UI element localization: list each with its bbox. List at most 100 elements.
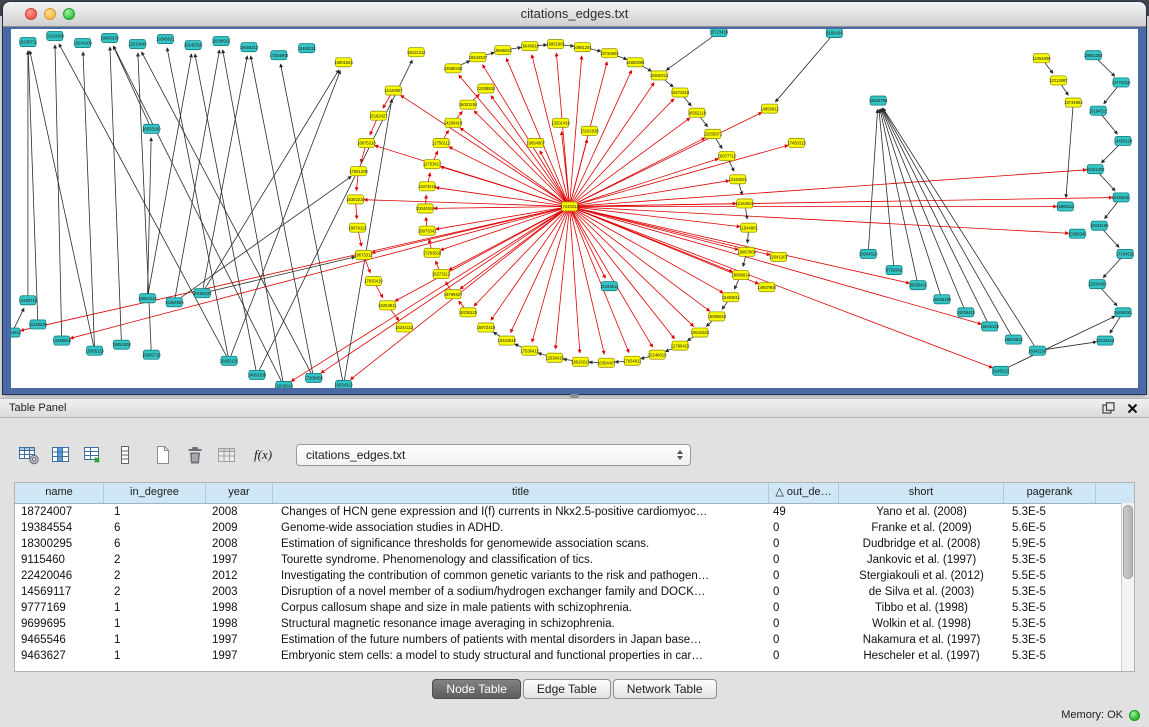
- network-node[interactable]: 12010453: [1088, 280, 1107, 289]
- table-row[interactable]: 911546021997Tourette syndrome. Phenomeno…: [15, 552, 1134, 568]
- network-node[interactable]: 18973341: [418, 226, 437, 235]
- network-node[interactable]: 18634512: [1004, 335, 1023, 344]
- network-node[interactable]: 18610213: [571, 357, 590, 366]
- column-header-in_degree[interactable]: in_degree: [104, 483, 206, 503]
- close-button[interactable]: [25, 8, 37, 20]
- network-node[interactable]: 11245530: [29, 320, 48, 329]
- zoom-button[interactable]: [63, 8, 75, 20]
- network-node[interactable]: 18236110: [459, 308, 478, 317]
- network-node[interactable]: 15184512: [600, 282, 619, 291]
- network-node[interactable]: 15958345: [1068, 229, 1087, 238]
- network-node[interactable]: 22041207: [769, 252, 788, 261]
- network-node[interactable]: 19205413: [957, 308, 976, 317]
- network-node[interactable]: 16209731: [19, 38, 38, 47]
- network-node[interactable]: 19342160: [1090, 221, 1109, 230]
- function-builder-icon[interactable]: f(x): [252, 442, 278, 468]
- network-node[interactable]: 18054213: [138, 294, 157, 303]
- column-header-name[interactable]: name: [15, 483, 104, 503]
- network-node[interactable]: 16953102: [220, 356, 239, 365]
- network-node[interactable]: 16045128: [980, 322, 999, 331]
- float-window-icon[interactable]: [1100, 401, 1116, 415]
- network-node[interactable]: 16640910: [520, 42, 539, 51]
- network-node[interactable]: 16854907: [526, 138, 545, 147]
- scrollbar-thumb[interactable]: [1123, 505, 1133, 579]
- network-node[interactable]: 16253811: [378, 301, 397, 310]
- network-node[interactable]: 15182427: [369, 111, 388, 120]
- network-node[interactable]: 16354809: [165, 298, 184, 307]
- network-node[interactable]: 11873419: [418, 182, 437, 191]
- network-node[interactable]: 17851209: [349, 167, 368, 176]
- network-node[interactable]: 17654911: [623, 356, 642, 365]
- network-node[interactable]: 17208456: [304, 373, 323, 382]
- network-node[interactable]: 12213987: [1049, 76, 1068, 85]
- network-node[interactable]: 15905113: [86, 346, 105, 355]
- close-panel-icon[interactable]: [1124, 401, 1140, 415]
- network-node[interactable]: 16845310: [100, 34, 119, 43]
- network-node[interactable]: 15901843: [334, 58, 353, 67]
- network-node[interactable]: 18679113: [348, 223, 367, 232]
- network-node[interactable]: 17354908: [270, 51, 289, 60]
- network-node[interactable]: 12753417: [423, 160, 442, 169]
- column-header-out_degree[interactable]: △ out_de…: [769, 483, 839, 503]
- network-graph[interactable]: 1724021322080348183445371956502116640910…: [11, 29, 1138, 388]
- network-node[interactable]: 18344537: [469, 53, 488, 62]
- network-node[interactable]: 8791902: [886, 265, 903, 274]
- network-node[interactable]: 18324610: [498, 336, 517, 345]
- network-node[interactable]: 18244109: [73, 39, 92, 48]
- network-node[interactable]: 12450916: [53, 336, 72, 345]
- column-header-short[interactable]: short: [839, 483, 1004, 503]
- network-node[interactable]: 10541522: [691, 328, 710, 337]
- network-node[interactable]: 16354407: [597, 358, 616, 367]
- new-table-icon[interactable]: [150, 442, 176, 468]
- network-node[interactable]: 12845019: [275, 381, 294, 388]
- table-row[interactable]: 969969511998Structural magnetic resonanc…: [15, 616, 1134, 632]
- network-node[interactable]: 16940212: [650, 71, 669, 80]
- tab-network-table[interactable]: Network Table: [613, 679, 717, 699]
- network-node[interactable]: 18234514: [1096, 336, 1115, 345]
- network-node[interactable]: 17104532: [1116, 249, 1135, 258]
- network-node[interactable]: 18431209: [1086, 165, 1105, 174]
- network-node[interactable]: 19957804: [737, 247, 756, 256]
- network-node[interactable]: 18904510: [859, 249, 878, 258]
- network-node[interactable]: 17536412: [520, 346, 539, 355]
- delete-table-icon[interactable]: [182, 442, 208, 468]
- network-node[interactable]: 20044910: [416, 204, 435, 213]
- table-row[interactable]: 2242004622012Investigating the contribut…: [15, 568, 1134, 584]
- network-node[interactable]: 14957904: [757, 283, 776, 292]
- row-height-icon[interactable]: [112, 442, 138, 468]
- network-node[interactable]: 19565021: [494, 46, 513, 55]
- network-node[interactable]: 18799407: [444, 290, 463, 299]
- network-node[interactable]: 9245012: [993, 366, 1010, 375]
- network-node[interactable]: 19861901: [546, 40, 565, 49]
- network-node[interactable]: 12019645: [128, 40, 147, 49]
- table-row[interactable]: 946554611997Estimation of the future num…: [15, 632, 1134, 648]
- network-node[interactable]: 19673312: [354, 250, 373, 259]
- network-node[interactable]: 12164622: [735, 199, 754, 208]
- network-node[interactable]: 15162530: [580, 126, 599, 135]
- network-node[interactable]: 12935971: [704, 129, 723, 138]
- network-node[interactable]: 19054308: [112, 340, 131, 349]
- import-table-icon[interactable]: [214, 442, 240, 468]
- table-row[interactable]: 946362711997Embryonic stem cells: a mode…: [15, 648, 1134, 664]
- network-node[interactable]: 14853209: [248, 370, 267, 379]
- network-node[interactable]: 10354912: [11, 328, 22, 337]
- network-node[interactable]: 20145318: [184, 41, 203, 50]
- network-node[interactable]: 19450213: [240, 43, 259, 52]
- network-node[interactable]: 15472619: [671, 88, 690, 97]
- network-node[interactable]: 11544901: [740, 223, 759, 232]
- table-row[interactable]: 977716911998Corpus callosum shape and si…: [15, 600, 1134, 616]
- network-node[interactable]: 17293610: [423, 248, 442, 257]
- network-node[interactable]: 16194512: [1089, 106, 1108, 115]
- network-node[interactable]: 12208534: [477, 84, 496, 93]
- network-node[interactable]: 16012312: [407, 48, 426, 57]
- network-node[interactable]: 14200419: [444, 118, 463, 127]
- column-header-pagerank[interactable]: pagerank: [1004, 483, 1096, 503]
- table-row[interactable]: 1830029562008Estimation of significance …: [15, 536, 1134, 552]
- network-node[interactable]: 11343109: [46, 32, 65, 41]
- network-node[interactable]: 12786415: [671, 341, 690, 350]
- network-node[interactable]: 16077712: [718, 152, 737, 161]
- network-node[interactable]: 19345621: [156, 35, 175, 44]
- network-node[interactable]: 16504312: [334, 380, 353, 388]
- network-node[interactable]: 16001254: [459, 100, 478, 109]
- network-node[interactable]: 15493811: [722, 293, 741, 302]
